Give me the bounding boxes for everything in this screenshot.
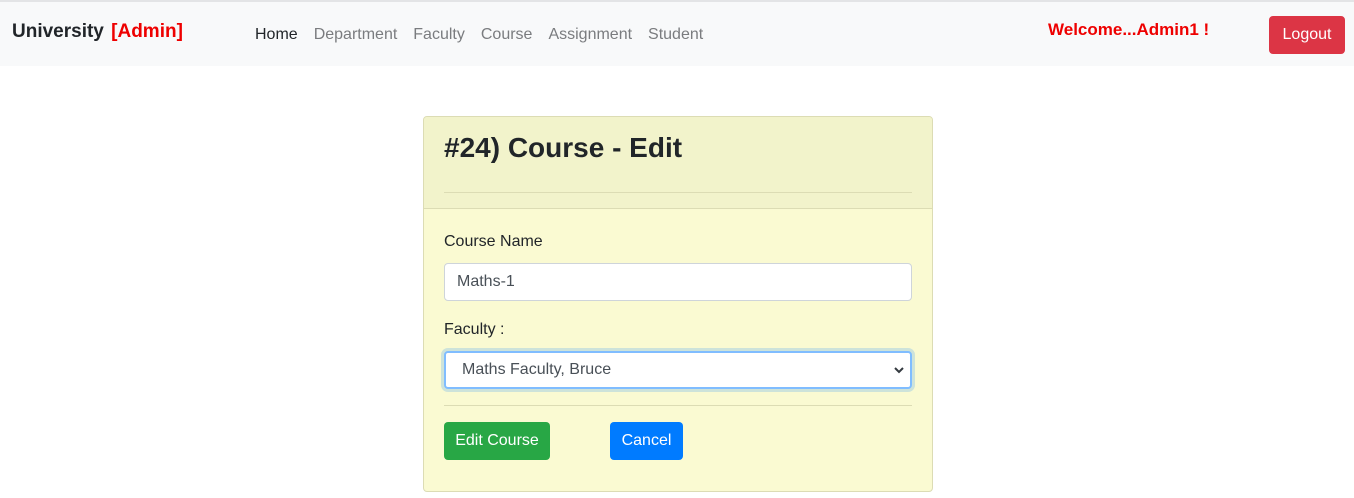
faculty-label: Faculty : [444, 321, 505, 338]
card-body: Course Name Maths-1 Faculty : Maths Facu… [424, 209, 932, 460]
nav-department[interactable]: Department [314, 26, 398, 44]
brand-name: University [12, 21, 104, 42]
nav-course[interactable]: Course [481, 26, 533, 44]
form-divider [444, 405, 912, 406]
faculty-selected-value: Maths Faculty, Bruce [462, 361, 612, 378]
edit-course-button[interactable]: Edit Course [444, 422, 550, 460]
course-edit-card: #24) Course - Edit Course Name Maths-1 F… [423, 116, 933, 492]
brand[interactable]: University [Admin] [12, 21, 183, 43]
nav-student[interactable]: Student [648, 26, 703, 44]
welcome-message: Welcome...Admin1 ! [1048, 20, 1210, 39]
nav-faculty[interactable]: Faculty [413, 26, 465, 44]
cancel-button[interactable]: Cancel [610, 422, 683, 460]
nav-home[interactable]: Home [255, 26, 298, 44]
course-name-input[interactable]: Maths-1 [444, 263, 912, 301]
chevron-down-icon [894, 367, 904, 374]
main-nav: Home Department Faculty Course Assignmen… [255, 26, 719, 44]
header-divider [444, 192, 912, 193]
card-header: #24) Course - Edit [424, 117, 932, 209]
brand-role: [Admin] [111, 21, 183, 42]
course-name-label: Course Name [444, 233, 543, 250]
logout-button[interactable]: Logout [1269, 16, 1345, 54]
faculty-select[interactable]: Maths Faculty, Bruce [444, 351, 912, 389]
navbar: University [Admin] Home Department Facul… [0, 0, 1354, 66]
nav-assignment[interactable]: Assignment [548, 26, 632, 44]
form-actions: Edit Course Cancel [444, 422, 912, 460]
page-title: #24) Course - Edit [444, 132, 683, 163]
